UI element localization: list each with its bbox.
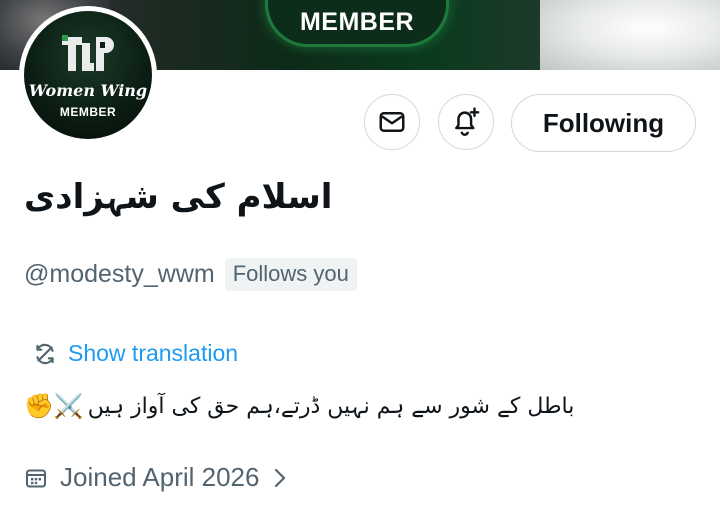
banner-member-badge: MEMBER [268, 0, 446, 44]
banner-right-figure [540, 0, 720, 70]
tlp-logo-icon [62, 35, 114, 71]
display-name: اسلام کی شہزادی [24, 177, 333, 217]
handle-row: @modesty_wwm Follows you [24, 258, 357, 291]
avatar-member-text: MEMBER [59, 105, 117, 119]
follows-you-badge: Follows you [224, 258, 357, 291]
profile-avatar[interactable]: Women Wing MEMBER [19, 6, 157, 144]
bio-text: باطل کے شور سے ہم نہیں ڈرتے،ہم حق کی آوا… [87, 393, 575, 419]
show-translation-link[interactable]: Show translation [32, 340, 238, 367]
banner-badge-text: MEMBER [299, 7, 415, 36]
show-translation-label: Show translation [68, 340, 239, 366]
message-button[interactable] [364, 94, 420, 150]
chevron-right-icon [275, 468, 286, 487]
joined-date: Joined April 2026 [60, 462, 260, 492]
avatar-image: Women Wing MEMBER [24, 11, 152, 139]
translate-icon [36, 343, 54, 364]
bio-emoji: ✊⚔️ [24, 392, 84, 420]
joined-date-row[interactable]: Joined April 2026 [24, 462, 287, 493]
profile-bio: ✊⚔️ باطل کے شور سے ہم نہیں ڈرتے،ہم حق کی… [24, 392, 594, 420]
notifications-button[interactable] [438, 94, 494, 150]
envelope-icon [379, 112, 405, 132]
following-button[interactable]: Following [511, 94, 696, 152]
calendar-icon [26, 469, 46, 487]
bell-plus-icon [455, 107, 480, 136]
avatar-script-text: Women Wing [28, 81, 148, 100]
user-handle: @modesty_wwm [24, 260, 215, 288]
